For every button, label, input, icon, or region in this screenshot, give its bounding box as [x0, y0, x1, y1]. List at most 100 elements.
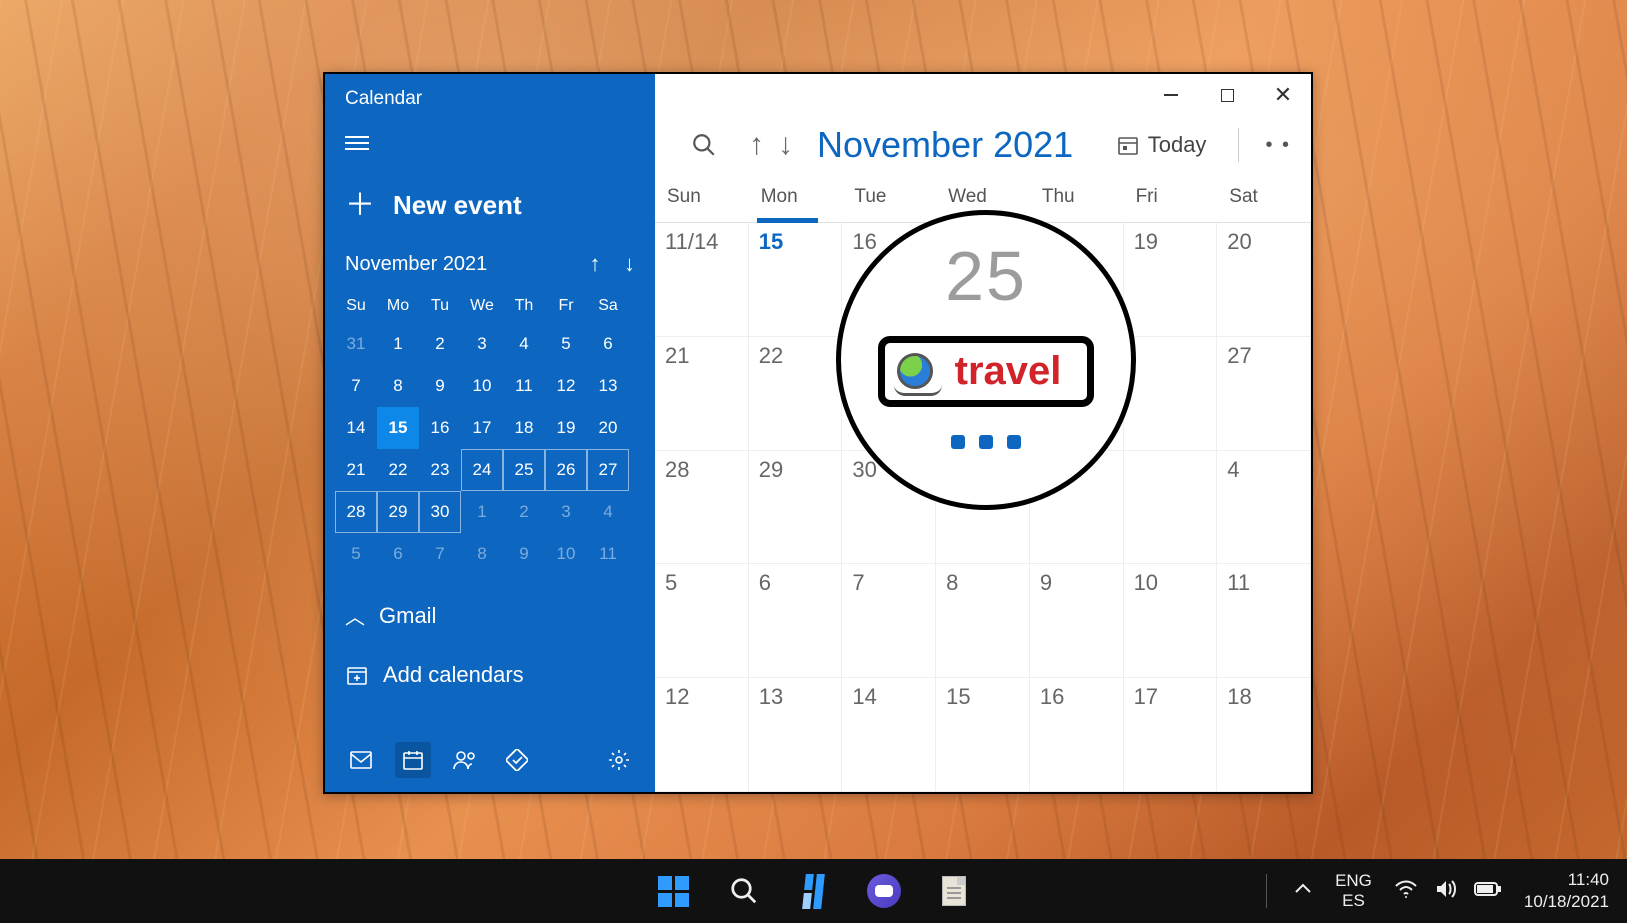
mini-calendar-day[interactable]: 3 [545, 491, 587, 533]
mini-calendar-day[interactable]: 20 [587, 407, 629, 449]
mini-calendar-day[interactable]: 15 [377, 407, 419, 449]
todo-app-button[interactable] [499, 742, 535, 778]
mini-calendar-month-label[interactable]: November 2021 [345, 253, 487, 276]
mini-calendar-day[interactable]: 6 [587, 323, 629, 365]
account-toggle-gmail[interactable]: ︿ Gmail [325, 585, 655, 646]
language-switcher[interactable]: ENG ES [1335, 871, 1372, 912]
mini-calendar-day[interactable]: 2 [503, 491, 545, 533]
mini-calendar-day[interactable]: 14 [335, 407, 377, 449]
window-close-button[interactable]: ✕ [1255, 74, 1311, 116]
add-calendars-button[interactable]: Add calendars [325, 646, 655, 704]
wifi-icon[interactable] [1394, 879, 1418, 904]
mini-calendar-day[interactable]: 11 [503, 365, 545, 407]
calendar-day-cell[interactable]: 21 [655, 337, 749, 451]
prev-period-button[interactable]: ↑ [749, 128, 764, 162]
new-event-button[interactable]: ＋ New event [325, 184, 655, 251]
start-button[interactable] [652, 869, 696, 913]
mini-calendar-day[interactable]: 21 [335, 449, 377, 491]
people-app-button[interactable] [447, 742, 483, 778]
mail-app-button[interactable] [343, 742, 379, 778]
mini-calendar-day[interactable]: 29 [377, 491, 419, 533]
mini-calendar-day[interactable]: 23 [419, 449, 461, 491]
battery-icon[interactable] [1474, 881, 1502, 902]
calendar-day-cell[interactable]: 14 [842, 678, 936, 792]
hamburger-menu-button[interactable] [325, 132, 655, 184]
calendar-day-cell[interactable]: 18 [1217, 678, 1311, 792]
mini-calendar-day[interactable]: 5 [335, 533, 377, 575]
mini-calendar-day[interactable]: 9 [503, 533, 545, 575]
calendar-day-cell[interactable]: 11 [1217, 564, 1311, 678]
mini-calendar-day[interactable]: 7 [419, 533, 461, 575]
calendar-day-cell[interactable]: 17 [1124, 678, 1218, 792]
calendar-day-cell[interactable]: 29 [749, 451, 843, 565]
mini-calendar-day[interactable]: 12 [545, 365, 587, 407]
mini-calendar-day[interactable]: 10 [545, 533, 587, 575]
calendar-day-cell[interactable]: 9 [1030, 564, 1124, 678]
mini-calendar-next-button[interactable]: ↓ [624, 251, 635, 276]
calendar-day-cell[interactable]: 20 [1217, 223, 1311, 337]
mini-calendar-day[interactable]: 17 [461, 407, 503, 449]
settings-button[interactable] [601, 742, 637, 778]
window-maximize-button[interactable] [1199, 74, 1255, 116]
calendar-day-cell[interactable]: 11/14 [655, 223, 749, 337]
calendar-app-button[interactable] [395, 742, 431, 778]
calendar-day-cell[interactable]: 27 [1217, 337, 1311, 451]
calendar-day-cell[interactable]: 6 [749, 564, 843, 678]
clock-button[interactable]: 11:40 10/18/2021 [1524, 869, 1609, 913]
next-period-button[interactable]: ↓ [778, 128, 793, 162]
mini-calendar-day[interactable]: 2 [419, 323, 461, 365]
mini-calendar-day[interactable]: 18 [503, 407, 545, 449]
calendar-day-cell[interactable]: 12 [655, 678, 749, 792]
calendar-day-cell[interactable]: 15 [936, 678, 1030, 792]
mini-calendar-day[interactable]: 4 [587, 491, 629, 533]
mini-calendar-day[interactable]: 1 [461, 491, 503, 533]
calendar-day-cell[interactable]: 5 [655, 564, 749, 678]
mini-calendar-day[interactable]: 5 [545, 323, 587, 365]
calendar-day-cell[interactable] [1124, 451, 1218, 565]
mini-calendar-day[interactable]: 4 [503, 323, 545, 365]
calendar-day-cell[interactable]: 16 [1030, 678, 1124, 792]
window-minimize-button[interactable] [1143, 74, 1199, 116]
mini-calendar-day[interactable]: 7 [335, 365, 377, 407]
search-button[interactable] [677, 132, 731, 158]
today-button[interactable]: Today [1108, 128, 1215, 162]
calendar-day-cell[interactable]: 28 [655, 451, 749, 565]
mini-calendar-day[interactable]: 28 [335, 491, 377, 533]
mini-calendar-day[interactable]: 3 [461, 323, 503, 365]
volume-icon[interactable] [1434, 878, 1458, 905]
mini-calendar-day[interactable]: 8 [461, 533, 503, 575]
calendar-day-cell[interactable]: 10 [1124, 564, 1218, 678]
mini-calendar-day[interactable]: 22 [377, 449, 419, 491]
callout-event[interactable]: travel [878, 336, 1095, 407]
mini-calendar-day[interactable]: 11 [587, 533, 629, 575]
calendar-day-cell[interactable]: 19 [1124, 223, 1218, 337]
task-view-button[interactable] [792, 869, 836, 913]
mini-calendar-day[interactable]: 31 [335, 323, 377, 365]
mini-calendar-day[interactable]: 13 [587, 365, 629, 407]
mini-calendar-day[interactable]: 16 [419, 407, 461, 449]
mini-calendar-day[interactable]: 1 [377, 323, 419, 365]
calendar-day-cell[interactable]: 4 [1217, 451, 1311, 565]
mini-calendar-day[interactable]: 27 [587, 449, 629, 491]
calendar-day-cell[interactable]: 15 [749, 223, 843, 337]
mini-calendar-day[interactable]: 10 [461, 365, 503, 407]
show-hidden-icons-button[interactable] [1293, 879, 1313, 904]
calendar-day-cell[interactable] [1124, 337, 1218, 451]
current-month-label[interactable]: November 2021 [817, 124, 1073, 166]
calendar-day-cell[interactable]: 7 [842, 564, 936, 678]
calendar-day-cell[interactable]: 22 [749, 337, 843, 451]
mini-calendar-day[interactable]: 30 [419, 491, 461, 533]
callout-more-indicator[interactable] [951, 435, 1021, 449]
more-options-button[interactable]: • • [1259, 134, 1297, 157]
mini-calendar-day[interactable]: 19 [545, 407, 587, 449]
file-explorer-button[interactable] [932, 869, 976, 913]
mini-calendar-day[interactable]: 26 [545, 449, 587, 491]
mini-calendar-prev-button[interactable]: ↑ [589, 251, 600, 276]
chat-button[interactable] [862, 869, 906, 913]
mini-calendar-day[interactable]: 9 [419, 365, 461, 407]
calendar-day-cell[interactable]: 8 [936, 564, 1030, 678]
taskbar-search-button[interactable] [722, 869, 766, 913]
mini-calendar-day[interactable]: 25 [503, 449, 545, 491]
mini-calendar-day[interactable]: 24 [461, 449, 503, 491]
mini-calendar-day[interactable]: 6 [377, 533, 419, 575]
